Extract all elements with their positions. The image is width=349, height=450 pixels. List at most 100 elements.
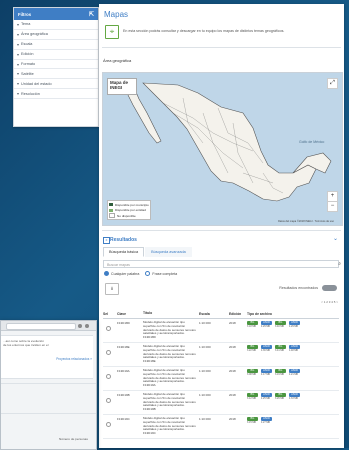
table-row[interactable]: F13D19A Modelo digital de elevación tipo … [103, 367, 339, 391]
edition-cell: 2018 [229, 345, 236, 349]
pagination[interactable]: < 1 2 3 4 5 > [321, 300, 338, 304]
file-size: 3.40 MB [275, 324, 284, 328]
map-attribution[interactable]: Datos del mapa ©2018 INEGI · Términos de… [278, 220, 334, 223]
collapse-chevron-icon[interactable]: ⌄ [333, 235, 338, 242]
map-viewer[interactable]: Golfo de México Mapa de INEGI ⤢ + − Disp… [102, 72, 343, 226]
file-download-badge[interactable]: BIL 3.26 MB [275, 393, 286, 400]
legend-swatch-icon [109, 208, 113, 212]
background-window[interactable]: ...así como sobre la evolución de los en… [0, 320, 97, 450]
related-projects-link[interactable]: Proyectos relacionados » [56, 357, 92, 361]
filter-item[interactable]: ▾ Formato [14, 60, 98, 70]
zoom-out-button[interactable]: − [327, 201, 338, 212]
filter-item[interactable]: ▾ Tema [14, 20, 98, 30]
popup-text-line: de los entornos que inciden en el [3, 343, 49, 347]
filter-item[interactable]: ▾ Edición [14, 50, 98, 60]
row-select-radio[interactable] [106, 326, 111, 331]
row-select-radio[interactable] [106, 398, 111, 403]
file-download-badge[interactable]: ASCII 4.25 MB [261, 393, 272, 400]
file-size: 4.33 MB [289, 396, 298, 400]
file-download-badge[interactable]: BIL 3.08 MB [247, 369, 258, 376]
table-header: Sel Clave Título Escala Edición Tipo de … [103, 310, 339, 319]
popup-text: ...así como sobre la evolución de los en… [3, 339, 48, 347]
file-download-badge[interactable]: ASCII 4.29 MB [289, 321, 300, 328]
file-download-badge[interactable]: ASCII 4.27 MB [261, 417, 272, 424]
select-cell [103, 417, 117, 427]
menu-dot-icon[interactable] [85, 323, 89, 328]
search-mode: Cualquier palabra Frase completa [104, 271, 183, 276]
row-select-radio[interactable] [106, 422, 111, 427]
file-types-cell: BIL 3.08 MB ASCII 4.17 MB BIL 3.19 MB ASCII 4.2… [247, 369, 337, 376]
row-select-radio[interactable] [106, 374, 111, 379]
filters-panel: Filtros ⇱ ▾ Tema ▾ Área geográfica ▾ Escala ▾ E… [13, 7, 99, 127]
tab-basic-search[interactable]: Búsqueda básica [103, 247, 145, 257]
download-button[interactable]: ⭳ [105, 283, 119, 295]
popup-list-item[interactable]: Número de personas [59, 437, 88, 441]
results-table: Sel Clave Título Escala Edición Tipo de … [103, 310, 339, 439]
table-row[interactable]: F13D18E Modelo digital de elevación tipo … [103, 343, 339, 367]
file-download-badge[interactable]: BIL 3.41 MB [275, 345, 286, 352]
col-header: Sel [103, 312, 109, 316]
collapse-arrow-icon[interactable]: ⇱ [89, 11, 94, 18]
results-count-label: Resultados encontrados [279, 286, 318, 290]
file-download-badge[interactable]: BIL 3.22 MB [247, 345, 258, 352]
file-types-cell: BIL 3.12 MB ASCII 4.25 MB BIL 3.26 MB ASCII 4.3… [247, 393, 337, 400]
edition-cell: 2018 [229, 321, 236, 325]
file-download-badge[interactable]: ASCII 4.21 MB [289, 369, 300, 376]
file-download-badge[interactable]: ASCII 4.17 MB [261, 369, 272, 376]
results-icon: ≡ [103, 237, 110, 244]
filter-item[interactable]: ▾ Unidad del estado [14, 79, 98, 90]
file-download-badge[interactable]: ASCII 4.48 MB [289, 345, 300, 352]
select-cell [103, 321, 117, 331]
table-row[interactable]: F13D19B Modelo digital de elevación tipo … [103, 391, 339, 415]
filter-item[interactable]: ▾ Satélite [14, 69, 98, 80]
file-download-badge[interactable]: BIL 3.40 MB [275, 321, 286, 328]
file-download-badge[interactable]: ASCII 4.36 MB [261, 345, 272, 352]
menu-dot-icon[interactable] [78, 323, 82, 328]
filter-list: ▾ Tema ▾ Área geográfica ▾ Escala ▾ Edición ▾ For… [14, 20, 98, 100]
title-cell: Modelo digital de elevación tipo superfi… [143, 320, 196, 340]
file-download-badge[interactable]: ASCII 4.29 MB [261, 321, 272, 328]
tab-advanced-search[interactable]: Búsqueda avanzada [145, 247, 192, 257]
col-header: Edición [229, 312, 242, 316]
file-download-badge[interactable]: ASCII 4.33 MB [289, 393, 300, 400]
radio-unchecked-icon [145, 271, 151, 276]
legend-label: No disponible [117, 213, 136, 218]
filter-label: Formato [21, 62, 36, 66]
filter-label: Tema [21, 22, 31, 27]
file-size: 3.41 MB [275, 348, 284, 352]
map-type-control[interactable]: Mapa de INEGI [107, 78, 137, 95]
search-input[interactable]: Buscar mapas [103, 260, 339, 268]
radio-checked-icon [104, 271, 109, 276]
screen: Filtros ⇱ ▾ Tema ▾ Área geográfica ▾ Escala ▾ E… [0, 0, 349, 450]
radio-label: Cualquier palabra [111, 271, 140, 276]
clave-cell: F13D19C [117, 417, 130, 421]
table-row[interactable]: F13D19C Modelo digital de elevación tipo … [103, 415, 339, 439]
file-download-badge[interactable]: BIL 3.18 MB [247, 321, 258, 328]
filters-title: Filtros [18, 11, 32, 17]
search-icon[interactable]: ⌕ [338, 261, 341, 267]
file-size: 3.26 MB [275, 396, 284, 400]
filters-header[interactable]: Filtros ⇱ [14, 8, 98, 20]
filter-item[interactable]: ▾ Resolución [14, 89, 98, 100]
file-download-badge[interactable]: BIL 3.12 MB [247, 393, 258, 400]
chevron-down-icon: ▾ [17, 61, 20, 67]
scale-cell: 1:10 000 [199, 417, 211, 421]
scale-cell: 1:10 000 [199, 369, 211, 373]
radio-any-word[interactable]: Cualquier palabra [104, 271, 139, 276]
file-download-badge[interactable]: BIL 3.15 MB [247, 417, 258, 424]
results-toggle[interactable] [322, 285, 337, 291]
table-row[interactable]: F13D18D Modelo digital de elevación tipo … [103, 319, 339, 343]
row-select-radio[interactable] [106, 350, 111, 355]
col-header: Escala [199, 312, 210, 316]
filter-item[interactable]: ▾ Área geográfica [14, 30, 98, 40]
legend-item: Disponible por entidad [109, 208, 149, 214]
results-title: Resultados [110, 237, 137, 243]
edition-cell: 2018 [229, 393, 236, 397]
search-tabs: Búsqueda básica Búsqueda avanzada [103, 247, 193, 257]
radio-full-phrase[interactable]: Frase completa [145, 271, 177, 276]
address-bar[interactable] [6, 323, 76, 330]
filter-item[interactable]: ▾ Escala [14, 40, 98, 50]
chevron-down-icon: ▾ [17, 31, 20, 37]
file-download-badge[interactable]: BIL 3.19 MB [275, 369, 286, 376]
fullscreen-button[interactable]: ⤢ [327, 78, 338, 89]
